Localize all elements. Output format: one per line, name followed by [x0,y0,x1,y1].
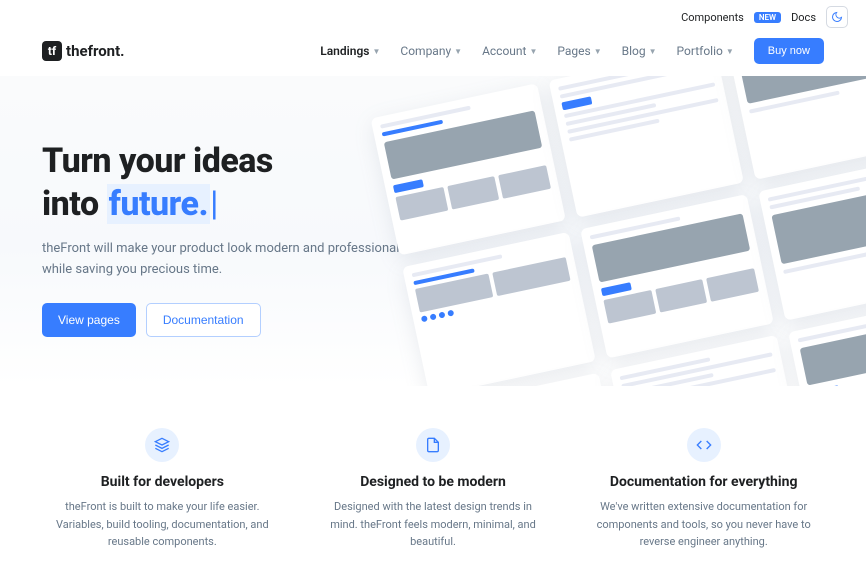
chevron-down-icon: ▼ [594,47,602,56]
feature-title: Documentation for everything [583,474,824,490]
showcase-grid [371,76,866,386]
feature-modern: Designed to be modern Designed with the … [313,428,554,551]
hero-subtitle: theFront will make your product look mod… [42,239,402,281]
nav-item-account[interactable]: Account▼ [482,44,537,58]
chevron-down-icon: ▼ [529,47,537,56]
hero-typed-word: future. [107,184,210,224]
nav-item-portfolio[interactable]: Portfolio▼ [677,44,734,58]
feature-desc: Designed with the latest design trends i… [323,498,543,551]
showcase-card [549,76,744,218]
chevron-down-icon: ▼ [454,47,462,56]
code-icon [687,428,721,462]
showcase-card [402,232,596,386]
nav-item-landings[interactable]: Landings▼ [320,44,380,58]
dark-mode-toggle[interactable] [826,6,848,28]
feature-desc: theFront is built to make your life easi… [52,498,272,551]
features-section: Built for developers theFront is built t… [0,386,866,571]
nav-item-company[interactable]: Company▼ [400,44,462,58]
buy-now-button[interactable]: Buy now [754,38,824,64]
nav-label: Pages [557,44,590,58]
new-badge: NEW [754,12,781,23]
docs-link[interactable]: Docs [791,11,816,24]
showcase-card [580,194,774,358]
chevron-down-icon: ▼ [726,47,734,56]
layers-icon [145,428,179,462]
hero-buttons: View pages Documentation [42,303,454,337]
feature-title: Built for developers [42,474,283,490]
logo[interactable]: tf thefront. [42,41,125,61]
feature-title: Designed to be modern [313,474,554,490]
nav-item-blog[interactable]: Blog▼ [622,44,657,58]
nav-label: Landings [320,44,369,58]
chevron-down-icon: ▼ [372,47,380,56]
logo-mark: tf [42,41,62,61]
view-pages-button[interactable]: View pages [42,303,136,337]
chevron-down-icon: ▼ [649,47,657,56]
moon-icon [831,11,843,23]
navbar: tf thefront. Landings▼ Company▼ Account▼… [0,34,866,76]
nav-label: Portfolio [677,44,723,58]
nav-label: Company [400,44,451,58]
feature-desc: We've written extensive documentation fo… [594,498,814,551]
hero-title-prefix: into [42,184,107,224]
showcase-card [758,156,866,320]
topbar: Components NEW Docs [0,0,866,34]
components-link[interactable]: Components [681,11,744,24]
nav-label: Blog [622,44,646,58]
nav-label: Account [482,44,526,58]
feature-docs: Documentation for everything We've writt… [583,428,824,551]
hero-section: Turn your ideas into future.| theFront w… [0,76,866,386]
showcase-card [371,83,566,255]
document-icon [416,428,450,462]
typing-cursor-icon: | [210,184,218,224]
feature-developers: Built for developers theFront is built t… [42,428,283,551]
documentation-button[interactable]: Documentation [146,303,261,337]
logo-text: thefront. [66,42,125,60]
hero-title-line1: Turn your ideas [42,141,273,181]
nav-menu: Landings▼ Company▼ Account▼ Pages▼ Blog▼… [320,38,824,64]
showcase-card [727,76,866,180]
nav-item-pages[interactable]: Pages ▼ [557,44,601,58]
